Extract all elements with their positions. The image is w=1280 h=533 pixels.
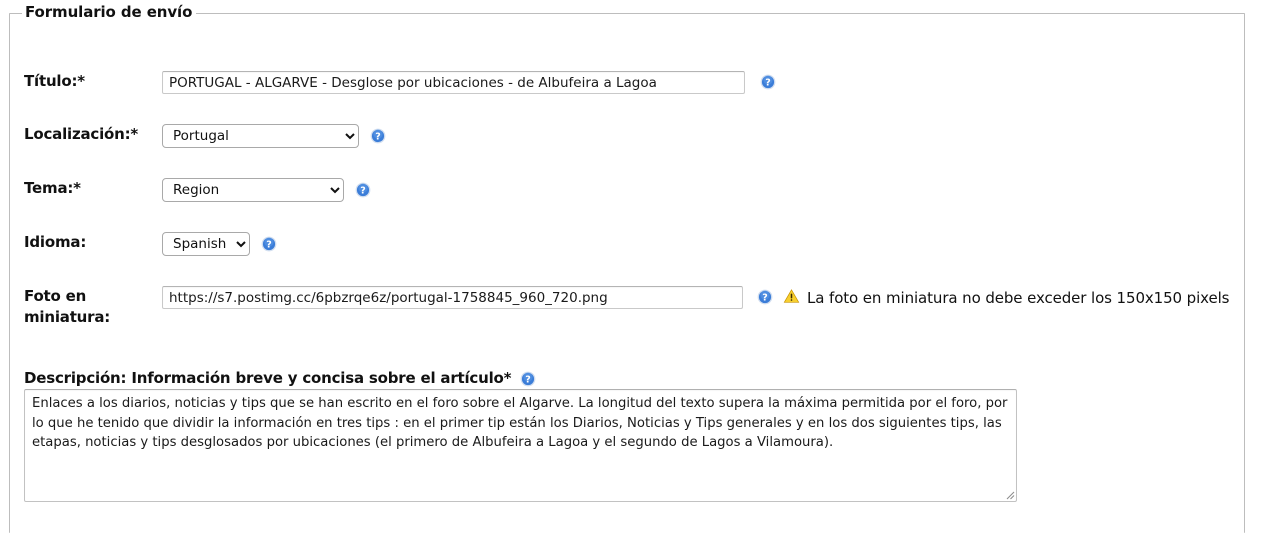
help-circle-icon-location[interactable]: ?: [370, 128, 386, 144]
thumbnail-input-line: ? La foto en miniatura no debe exceder l…: [162, 286, 1249, 310]
location-select[interactable]: Portugal: [162, 124, 359, 148]
help-circle-icon-thumbnail[interactable]: ?: [757, 289, 773, 305]
help-circle-icon-language[interactable]: ?: [261, 236, 277, 252]
location-label: Localización:*: [24, 125, 139, 143]
field-row-description: Descripción: Información breve y concisa…: [24, 368, 536, 388]
language-select[interactable]: Spanish: [162, 232, 250, 256]
submission-form-page: Formulario de envío Título:* ? Localizac…: [0, 0, 1280, 533]
thumbnail-field-group: ? La foto en miniatura no debe exceder l…: [162, 286, 1249, 310]
svg-text:?: ?: [266, 240, 272, 251]
svg-text:?: ?: [375, 132, 381, 143]
svg-text:?: ?: [360, 186, 366, 197]
svg-text:?: ?: [762, 293, 768, 304]
field-row-topic: Tema:* Region ?: [24, 178, 371, 202]
description-textarea[interactable]: Enlaces a los diarios, noticias y tips q…: [24, 389, 1017, 502]
description-textarea-wrapper: Enlaces a los diarios, noticias y tips q…: [24, 389, 1017, 502]
thumbnail-warning-text: La foto en miniatura no debe exceder los…: [807, 289, 1230, 307]
description-label: Descripción: Información breve y concisa…: [24, 369, 512, 387]
warning-triangle-icon: [783, 288, 800, 304]
help-circle-icon-topic[interactable]: ?: [355, 182, 371, 198]
form-legend: Formulario de envío: [22, 3, 197, 21]
field-row-language: Idioma: Spanish ?: [24, 232, 277, 256]
topic-select[interactable]: Region: [162, 178, 344, 202]
title-label: Título:*: [24, 72, 85, 90]
help-circle-icon-title[interactable]: ?: [760, 74, 776, 90]
field-row-thumbnail: Foto en miniatura: ?: [24, 286, 1249, 328]
textarea-resize-handle[interactable]: [1003, 488, 1015, 500]
language-label: Idioma:: [24, 233, 87, 251]
topic-label: Tema:*: [24, 179, 81, 197]
title-input[interactable]: [162, 71, 745, 94]
field-row-title: Título:* ?: [24, 71, 776, 94]
field-row-location: Localización:* Portugal ?: [24, 124, 386, 148]
help-circle-icon-description[interactable]: ?: [520, 371, 536, 387]
thumbnail-label: Foto en miniatura:: [24, 287, 111, 326]
svg-text:?: ?: [526, 375, 532, 386]
svg-text:?: ?: [765, 78, 771, 89]
thumbnail-url-input[interactable]: [162, 286, 743, 309]
